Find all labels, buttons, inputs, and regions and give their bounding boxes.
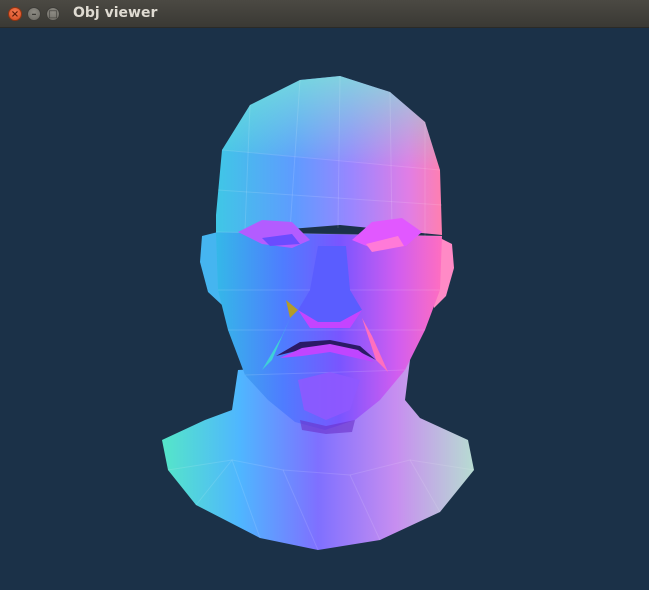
maximize-button[interactable]: □ — [46, 7, 60, 21]
window-title: Obj viewer — [73, 5, 158, 21]
app-window: × – □ Obj viewer — [0, 0, 649, 590]
close-icon: × — [10, 9, 20, 20]
minimize-icon: – — [31, 9, 37, 20]
head-model — [162, 75, 475, 551]
maximize-icon: □ — [48, 9, 58, 20]
title-bar[interactable]: × – □ Obj viewer — [0, 0, 649, 28]
minimize-button[interactable]: – — [27, 7, 41, 21]
3d-viewport[interactable] — [0, 28, 649, 590]
close-button[interactable]: × — [8, 7, 22, 21]
